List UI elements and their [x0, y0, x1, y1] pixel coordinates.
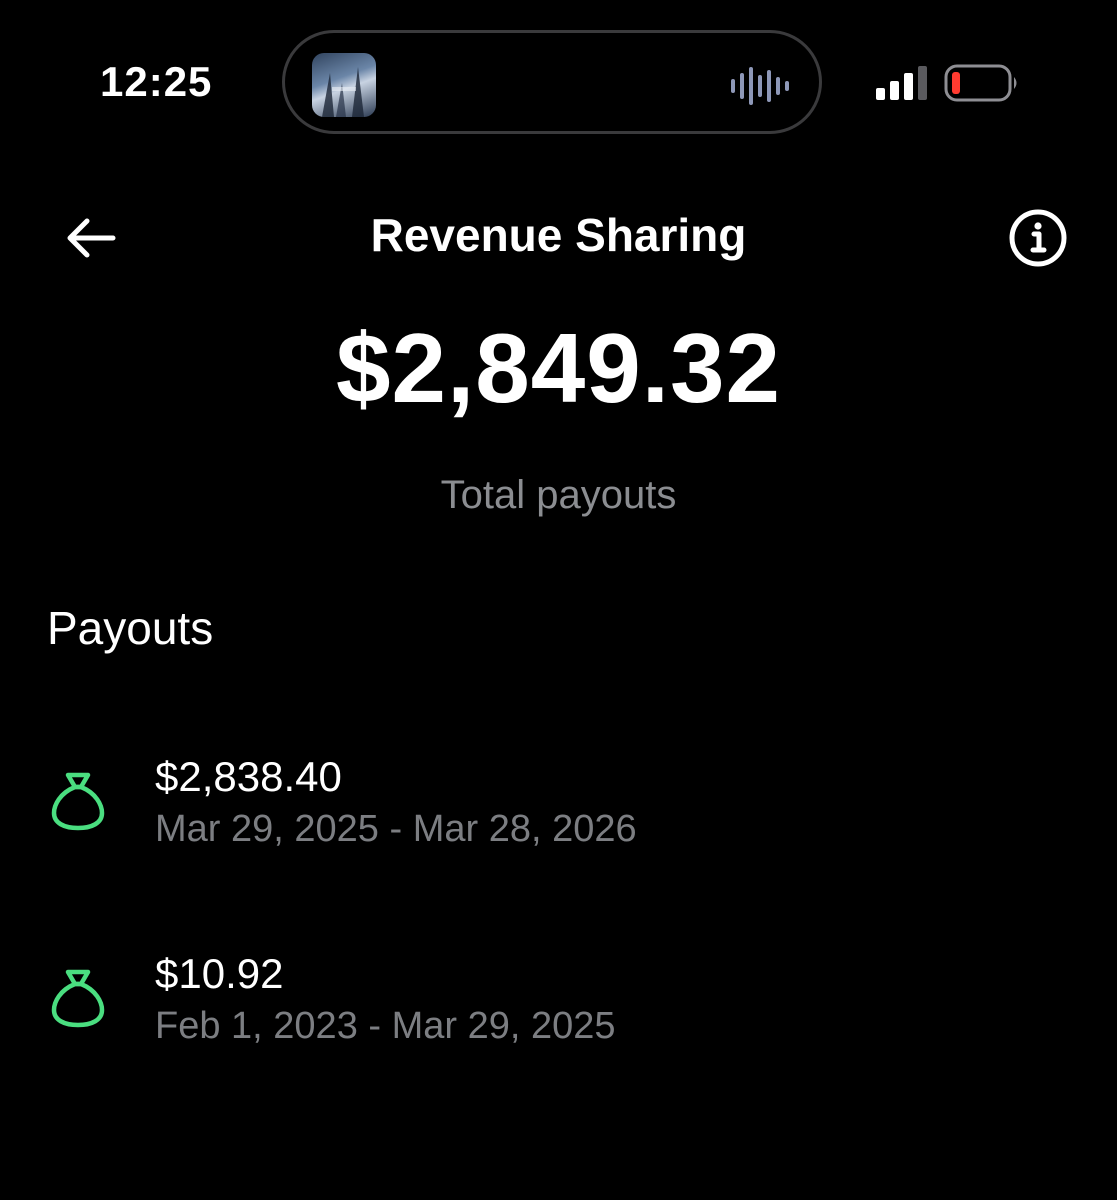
payout-row[interactable]: $10.92 Feb 1, 2023 - Mar 29, 2025	[0, 942, 1117, 1072]
money-bag-icon	[51, 772, 105, 831]
payout-amount: $10.92	[155, 950, 284, 997]
payouts-heading: Payouts	[47, 602, 214, 654]
payout-period: Feb 1, 2023 - Mar 29, 2025	[155, 1005, 616, 1047]
battery-low-icon	[944, 64, 1017, 102]
now-playing-artwork[interactable]	[312, 53, 376, 117]
audio-waveform-icon	[731, 67, 789, 105]
dynamic-island[interactable]	[282, 30, 822, 134]
status-time: 12:25	[100, 58, 213, 105]
money-bag-icon	[51, 969, 105, 1028]
total-payout-amount: $2,849.32	[336, 313, 781, 423]
payout-row[interactable]: $2,838.40 Mar 29, 2025 - Mar 28, 2026	[0, 745, 1117, 875]
page-title: Revenue Sharing	[370, 209, 747, 261]
payout-amount: $2,838.40	[155, 753, 342, 800]
info-button[interactable]	[1005, 205, 1071, 271]
total-payout-label: Total payouts	[440, 473, 677, 517]
info-circle-icon	[1009, 209, 1067, 267]
payout-period: Mar 29, 2025 - Mar 28, 2026	[155, 808, 637, 850]
cellular-signal-icon	[876, 66, 927, 100]
